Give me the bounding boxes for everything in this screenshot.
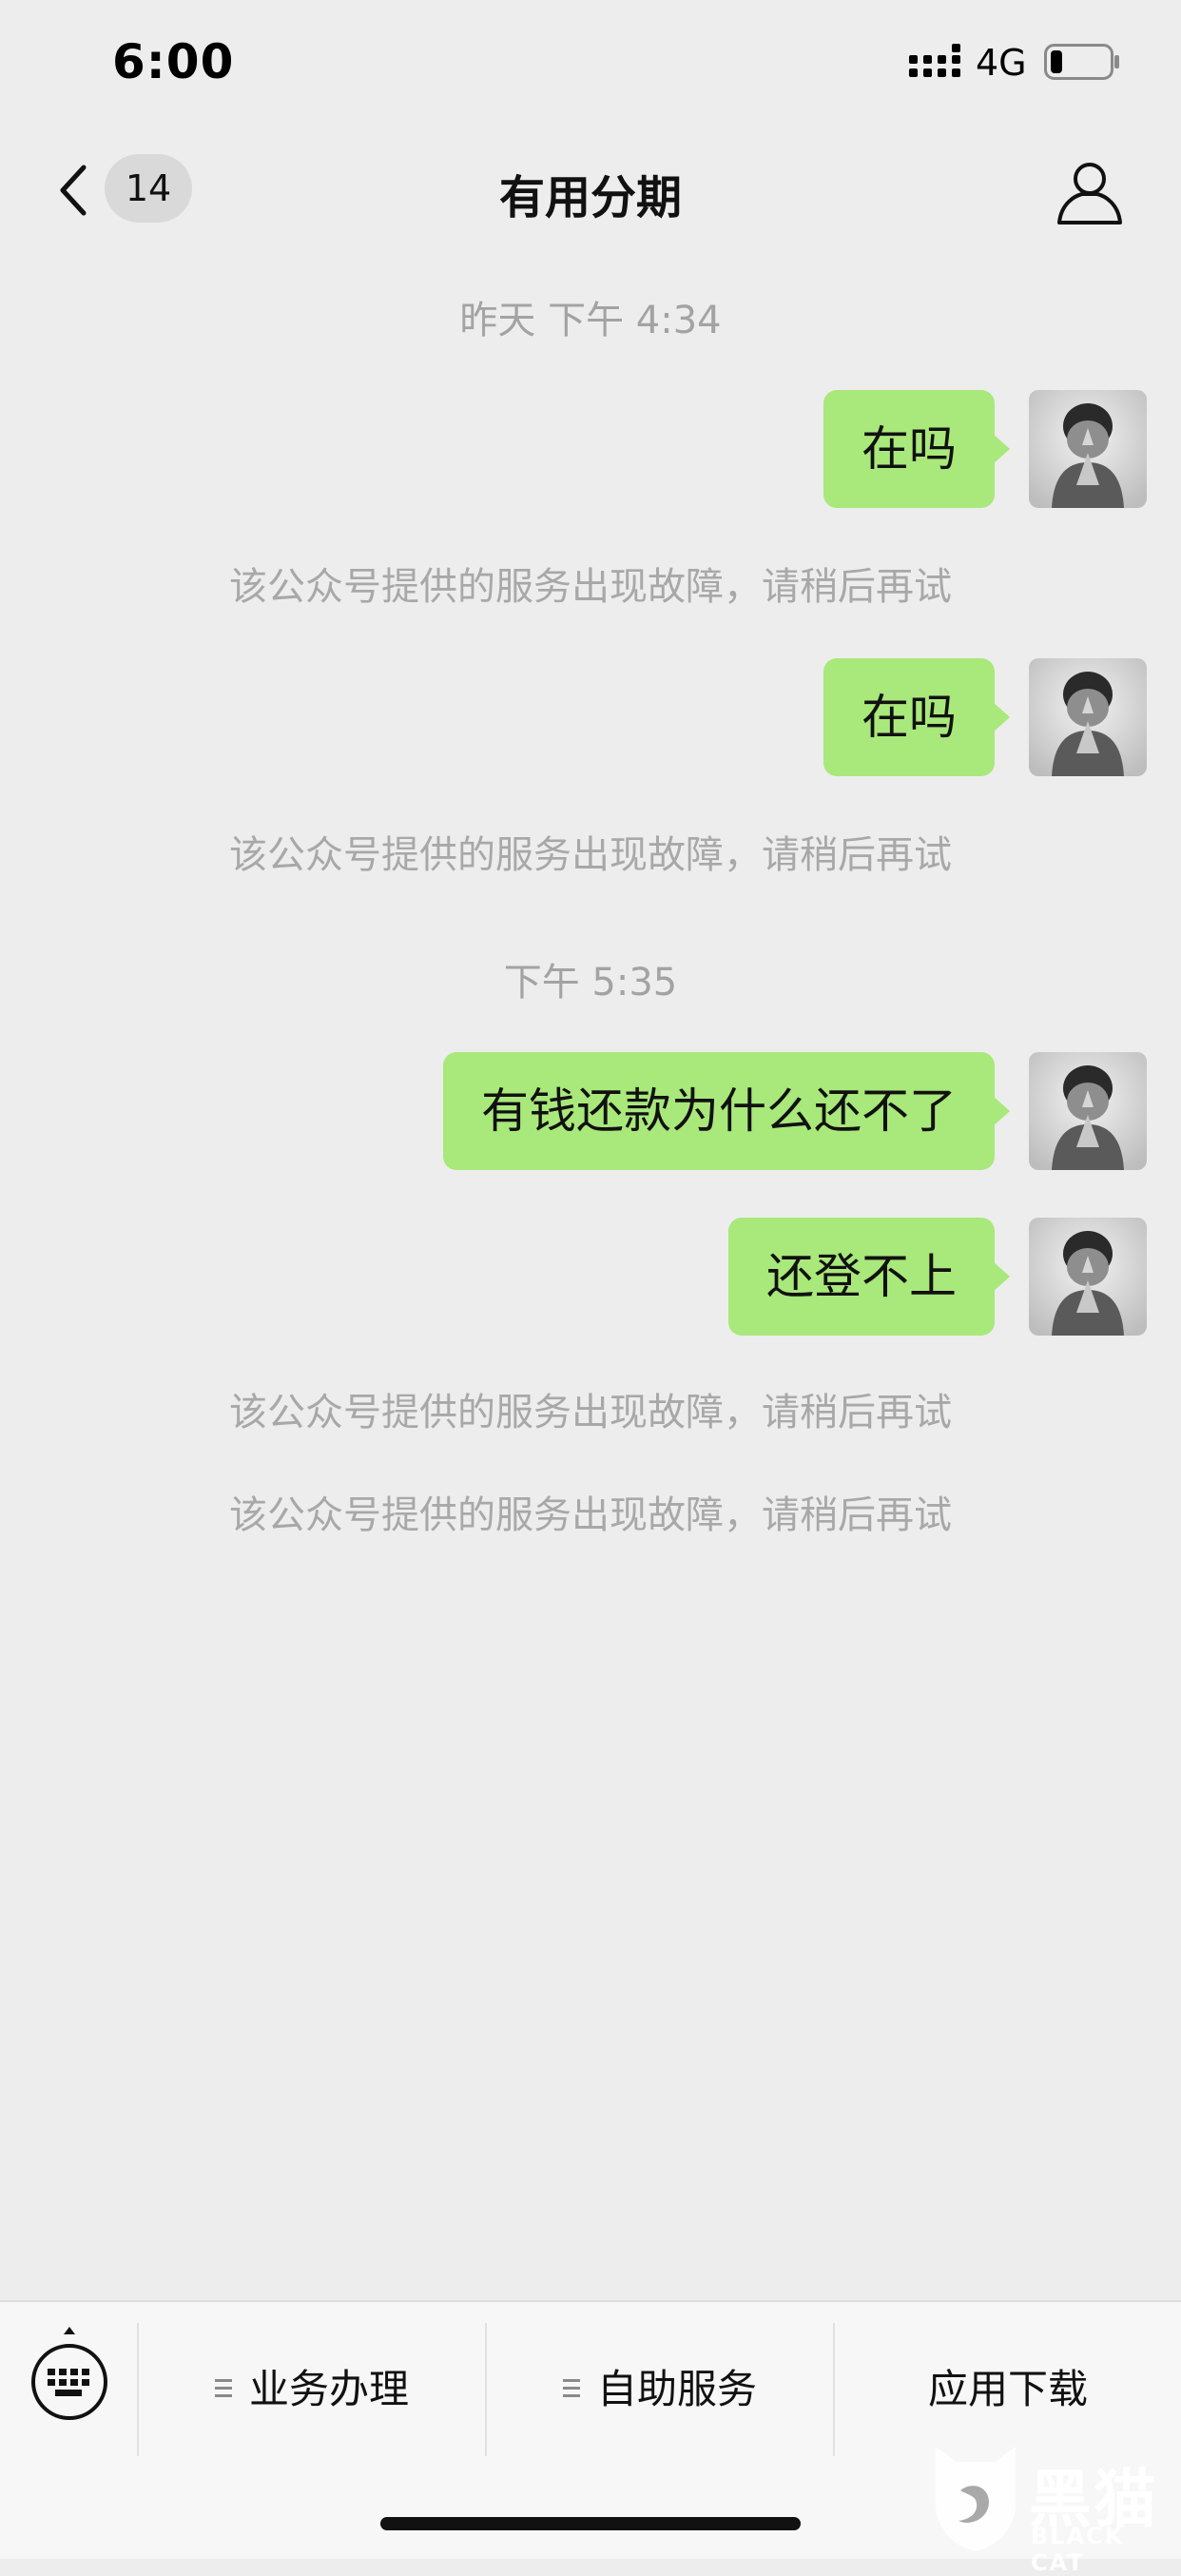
system-notice: 该公众号提供的服务出现故障，请稍后再试 (229, 565, 952, 609)
timestamp: 下午 5:35 (503, 961, 678, 1005)
keyboard-toggle-icon[interactable] (27, 2325, 112, 2430)
list-icon (562, 2377, 580, 2400)
status-time: 6:00 (112, 34, 235, 89)
message-row: 还登不上 (0, 1218, 1181, 1336)
battery-fill (1051, 50, 1062, 73)
list-icon (214, 2377, 232, 2400)
message-bubble[interactable]: 有钱还款为什么还不了 (443, 1052, 995, 1170)
black-cat-logo-icon (936, 2447, 1016, 2551)
message-row: 在吗 (0, 390, 1181, 508)
message-bubble[interactable]: 还登不上 (728, 1218, 995, 1336)
menu-item-self-service[interactable]: 自助服务 (487, 2323, 833, 2456)
nav-bar: 14 有用分期 (0, 133, 1181, 247)
bubble-tail (993, 1261, 1010, 1292)
menu-item-label: 应用下载 (927, 2366, 1088, 2412)
system-notice: 该公众号提供的服务出现故障，请稍后再试 (229, 1493, 952, 1537)
bubble-tail (993, 702, 1010, 732)
user-avatar[interactable] (1029, 390, 1147, 508)
profile-icon[interactable] (1054, 156, 1126, 228)
user-avatar[interactable] (1029, 1218, 1147, 1336)
user-avatar[interactable] (1029, 658, 1147, 776)
signal-icon (909, 44, 960, 77)
chat-title: 有用分期 (498, 171, 682, 224)
message-row: 在吗 (0, 658, 1181, 776)
menu-item-label: 自助服务 (596, 2366, 757, 2412)
system-notice: 该公众号提供的服务出现故障，请稍后再试 (229, 833, 952, 877)
bubble-tail (993, 1096, 1010, 1126)
menu-item-app-download[interactable]: 应用下载 (835, 2323, 1181, 2456)
user-avatar[interactable] (1029, 1052, 1147, 1170)
home-indicator[interactable] (380, 2517, 801, 2530)
watermark: 黑猫 BLACK CAT (919, 2443, 1181, 2576)
system-notice: 该公众号提供的服务出现故障，请稍后再试 (229, 1391, 952, 1434)
message-bubble[interactable]: 在吗 (823, 658, 995, 776)
menu-item-business[interactable]: 业务办理 (139, 2323, 485, 2456)
timestamp: 昨天 下午 4:34 (459, 299, 722, 342)
bubble-tail (993, 434, 1010, 464)
chat-screen: 6:00 4G 14 有用分期 昨天 下午 4:34 在吗 该公众号提供的服务出… (0, 0, 1181, 2576)
menu-item-label: 业务办理 (248, 2366, 409, 2412)
status-bar: 6:00 4G (0, 0, 1181, 124)
watermark-subtext: BLACK CAT (1031, 2523, 1125, 2576)
battery-icon (1044, 44, 1119, 80)
network-type: 4G (976, 42, 1027, 84)
message-bubble[interactable]: 在吗 (823, 390, 995, 508)
message-row: 有钱还款为什么还不了 (0, 1052, 1181, 1170)
